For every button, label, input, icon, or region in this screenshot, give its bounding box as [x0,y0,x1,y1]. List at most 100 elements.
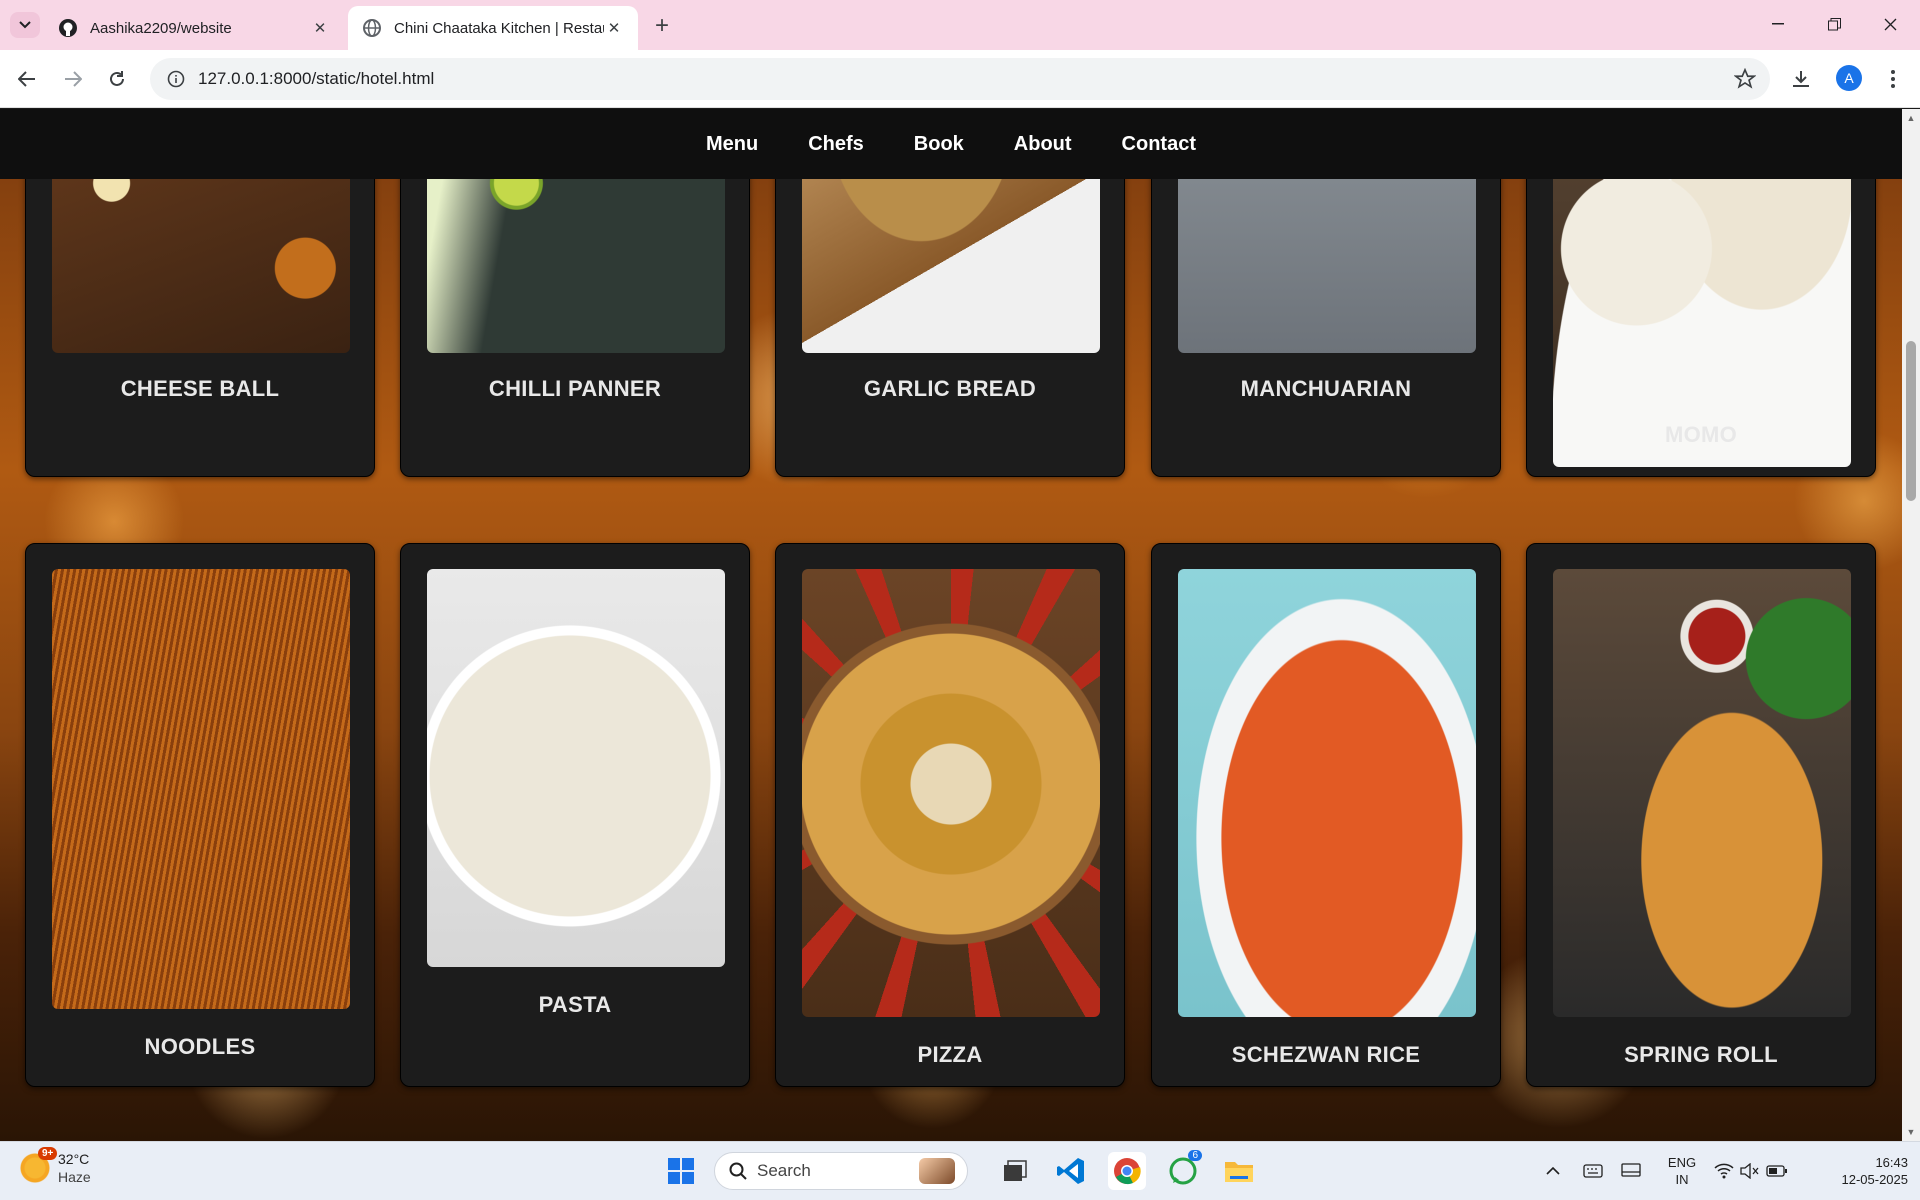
restore-icon [1827,17,1841,30]
tab-title: Chini Chaataka Kitchen | Restau [394,19,604,37]
language-indicator[interactable]: ENG IN [1658,1154,1706,1188]
dish-card[interactable]: SCHEZWAN RICE [1151,543,1501,1087]
site-info-icon[interactable] [156,58,196,100]
globe-icon [363,19,381,37]
dish-name: MOMO [1664,422,1738,447]
file-explorer-app[interactable] [1220,1152,1258,1190]
vscode-app[interactable] [1052,1152,1090,1190]
scroll-up-arrow-icon[interactable]: ▲ [1906,113,1916,123]
dish-image [1178,569,1476,1017]
whatsapp-app[interactable]: 6 [1164,1150,1202,1190]
close-icon[interactable]: ✕ [310,18,330,38]
search-icon [729,1162,747,1180]
tab-restaurant[interactable]: Chini Chaataka Kitchen | Restau ✕ [348,6,638,50]
reload-icon [110,71,124,86]
arrow-left-icon [18,71,35,87]
taskbar-search[interactable]: Search [714,1152,968,1190]
speaker-muted-icon [1740,1163,1759,1179]
star-icon[interactable] [1734,68,1756,90]
chrome-app[interactable] [1108,1152,1146,1190]
back-button[interactable] [12,64,42,94]
dish-name: SPRING ROLL [1624,1042,1778,1067]
url-text[interactable]: 127.0.0.1:8000/static/hotel.html [198,69,434,89]
dish-card[interactable]: PASTA [400,543,750,1087]
dish-image [427,569,725,967]
nav-link-about[interactable]: About [1014,133,1072,156]
display-tray[interactable] [1612,1152,1650,1190]
arrow-right-icon [65,71,82,87]
windows-logo-icon [668,1158,694,1184]
clock-date: 12-05-2025 [1841,1172,1909,1187]
tray-overflow-button[interactable] [1534,1152,1572,1190]
dish-image [1553,569,1851,1017]
weather-sun-icon: 9+ [20,1147,58,1183]
dish-name: MANCHUARIAN [1240,376,1412,401]
download-icon [1793,71,1809,87]
dish-name: SCHEZWAN RICE [1231,1042,1421,1067]
menu-button[interactable] [1878,64,1908,94]
minimize-icon [1772,23,1784,25]
restore-button[interactable] [1806,0,1862,48]
dish-image [802,569,1100,1017]
close-window-button[interactable] [1862,0,1918,48]
browser-tab-bar: Aashika2209/website ✕ Chini Chaataka Kit… [0,0,1920,50]
keyboard-icon [1583,1164,1603,1178]
forward-button[interactable] [58,64,88,94]
search-placeholder: Search [757,1161,811,1180]
clock[interactable]: 16:43 12-05-2025 [1808,1154,1909,1188]
dish-name: NOODLES [144,1034,256,1059]
dish-card[interactable]: PIZZA [775,543,1125,1087]
task-view-icon [1004,1160,1027,1181]
scrollbar-thumb[interactable] [1906,341,1916,501]
vscode-icon [1057,1158,1084,1184]
browser-toolbar: 127.0.0.1:8000/static/hotel.html A [0,50,1920,108]
notification-badge: 9+ [38,1147,58,1160]
chevron-up-icon [1546,1167,1560,1175]
keyboard-tray[interactable] [1574,1152,1612,1190]
page-viewport: Menu Chefs Book About Contact CHEESE BAL… [0,109,1902,1141]
chrome-icon [1114,1158,1141,1185]
reload-button[interactable] [102,64,132,94]
wifi-icon [1714,1163,1734,1179]
task-view-button[interactable] [996,1152,1034,1190]
chevron-down-icon [19,21,31,29]
profile-avatar[interactable]: A [1836,65,1862,91]
region-code: IN [1675,1172,1689,1187]
dish-name: PASTA [538,992,612,1017]
scroll-down-arrow-icon[interactable]: ▼ [1906,1127,1916,1137]
nav-link-book[interactable]: Book [914,133,964,156]
address-bar[interactable]: 127.0.0.1:8000/static/hotel.html [150,58,1770,100]
tab-github[interactable]: Aashika2209/website ✕ [44,6,344,50]
dish-name: CHEESE BALL [120,376,280,401]
display-icon [1621,1163,1641,1177]
weather-widget[interactable]: 9+ 32°C Haze [20,1147,91,1186]
minimize-button[interactable] [1750,0,1806,48]
download-button[interactable] [1786,64,1816,94]
folder-icon [1225,1162,1253,1182]
whatsapp-badge: 6 [1188,1150,1202,1161]
site-navbar: Menu Chefs Book About Contact [0,109,1902,179]
weather-condition: Haze [58,1169,91,1185]
page-scrollbar[interactable]: ▲ ▼ [1902,109,1920,1141]
dish-name: CHILLI PANNER [488,376,662,401]
nav-link-contact[interactable]: Contact [1122,133,1196,156]
clock-time: 16:43 [1875,1155,1908,1170]
battery-icon [1766,1165,1787,1177]
kebab-menu-icon [1891,70,1895,88]
close-icon[interactable]: ✕ [604,18,624,38]
nav-link-menu[interactable]: Menu [706,133,758,156]
language-code: ENG [1667,1155,1697,1170]
nav-link-chefs[interactable]: Chefs [808,133,864,156]
dish-card[interactable]: NOODLES [25,543,375,1087]
quick-settings[interactable] [1708,1152,1794,1190]
dish-name: PIZZA [917,1042,983,1067]
dish-card[interactable]: SPRING ROLL [1526,543,1876,1087]
taskbar: 9+ 32°C Haze Search 6 ENG IN 16:43 12-05… [0,1141,1920,1200]
start-button[interactable] [662,1152,700,1190]
dish-image [52,569,350,1009]
weather-temperature: 32°C [58,1151,90,1167]
dish-name: GARLIC BREAD [863,376,1037,401]
new-tab-button[interactable]: + [648,12,676,40]
tab-search-button[interactable] [10,12,40,38]
search-highlight-icon [919,1158,955,1184]
